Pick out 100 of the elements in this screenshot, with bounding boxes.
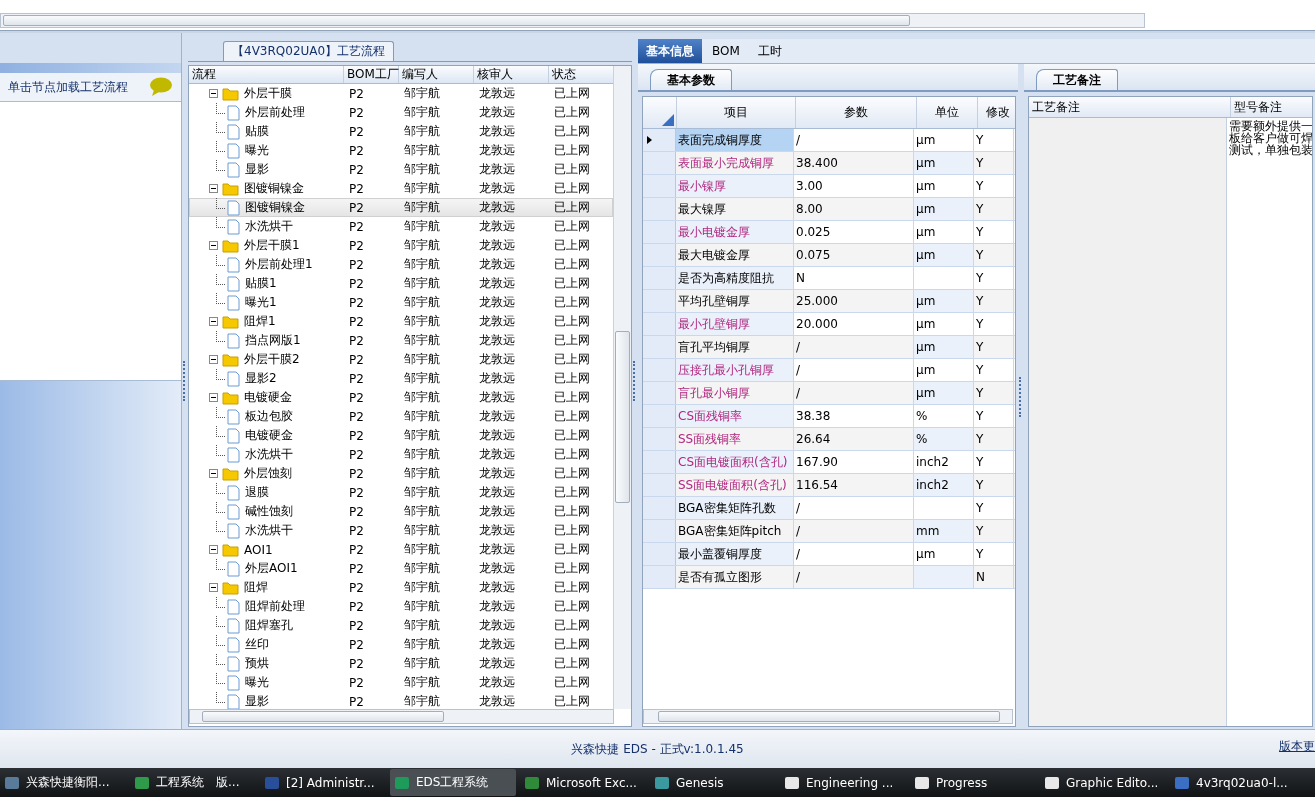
taskbar-button[interactable]: Microsoft Exc... bbox=[520, 769, 646, 796]
tab[interactable]: 工时 bbox=[749, 39, 790, 63]
document-icon bbox=[227, 446, 240, 463]
tab[interactable]: BOM bbox=[704, 39, 748, 63]
collapse-icon[interactable] bbox=[209, 241, 218, 250]
column-header[interactable]: 工艺备注 bbox=[1029, 97, 1231, 117]
factory-cell-text: P2 bbox=[348, 465, 365, 483]
writer-cell-text: 邹宇航 bbox=[403, 370, 441, 387]
collapse-icon[interactable] bbox=[209, 469, 218, 478]
writer-cell-text: 邹宇航 bbox=[403, 617, 441, 634]
taskbar-button[interactable]: [2] Administr... bbox=[260, 769, 386, 796]
tree-line bbox=[216, 616, 225, 627]
item-cell: 最小盖覆铜厚度 bbox=[676, 543, 794, 565]
app-icon bbox=[914, 774, 930, 791]
reviewer-cell-text: 龙敦远 bbox=[478, 560, 516, 577]
splitter-grip[interactable] bbox=[633, 361, 637, 401]
taskbar-button[interactable]: 工程系统 版... bbox=[130, 769, 256, 796]
taskbar-button[interactable]: Genesis bbox=[650, 769, 776, 796]
item-cell: BGA密集矩阵pitch bbox=[676, 520, 794, 542]
unit-cell: µm bbox=[914, 175, 974, 197]
collapse-icon[interactable] bbox=[209, 184, 218, 193]
factory-cell-text: P2 bbox=[348, 161, 365, 179]
tab[interactable]: 基本信息 bbox=[638, 39, 702, 63]
tree-line bbox=[216, 407, 225, 418]
taskbar-button[interactable]: EDS工程系统 bbox=[390, 769, 516, 796]
modify-cell: Y bbox=[974, 474, 1014, 496]
collapse-icon[interactable] bbox=[209, 545, 218, 554]
taskbar-button[interactable]: Engineering ... bbox=[780, 769, 906, 796]
splitter-grip[interactable] bbox=[1019, 376, 1023, 417]
taskbar-button[interactable]: 兴森快捷衡阳... bbox=[0, 769, 126, 796]
update-link[interactable]: 版本更 bbox=[1279, 738, 1315, 755]
scrollbar[interactable] bbox=[643, 709, 1013, 724]
column-header[interactable]: 项目 bbox=[677, 97, 796, 128]
tree-line bbox=[216, 160, 225, 171]
taskbar-button[interactable]: Progress bbox=[910, 769, 1036, 796]
value-cell: 3.00 bbox=[794, 175, 914, 197]
writer-cell-text: 邹宇航 bbox=[403, 104, 441, 121]
unit-cell: inch2 bbox=[914, 451, 974, 473]
column-header[interactable]: 参数 bbox=[796, 97, 917, 128]
sub-tab[interactable]: 基本参数 bbox=[650, 69, 732, 90]
scrollbar[interactable] bbox=[189, 709, 614, 724]
document-icon bbox=[227, 199, 240, 216]
writer-cell-text: 邹宇航 bbox=[403, 332, 441, 349]
reviewer-cell-text: 龙敦远 bbox=[478, 85, 516, 102]
reviewer-cell-text: 龙敦远 bbox=[478, 693, 516, 709]
app-icon bbox=[654, 774, 670, 791]
writer-cell-text: 邹宇航 bbox=[403, 275, 441, 292]
item-cell: SS面残铜率 bbox=[676, 428, 794, 450]
folder-icon bbox=[222, 314, 239, 329]
sub-tab[interactable]: 工艺备注 bbox=[1036, 69, 1118, 90]
corner-icon bbox=[662, 114, 674, 126]
row-indicator[interactable] bbox=[643, 129, 676, 151]
process-name: 外层干膜1 bbox=[244, 237, 300, 254]
document-icon bbox=[227, 522, 240, 539]
collapse-icon[interactable] bbox=[209, 355, 218, 364]
factory-cell-text: P2 bbox=[348, 674, 365, 692]
reviewer-cell-text: 龙敦远 bbox=[478, 446, 516, 463]
collapse-icon[interactable] bbox=[209, 317, 218, 326]
factory-cell-text: P2 bbox=[348, 218, 365, 236]
value-cell: / bbox=[794, 543, 914, 565]
column-header[interactable]: BOM工厂 bbox=[344, 66, 399, 83]
column-header[interactable]: 修改 bbox=[978, 97, 1015, 128]
collapse-icon[interactable] bbox=[209, 393, 218, 402]
unit-cell: % bbox=[914, 405, 974, 427]
item-cell: 是否有孤立图形 bbox=[676, 566, 794, 588]
column-header[interactable]: 编写人 bbox=[399, 66, 474, 83]
status-cell-text: 已上网 bbox=[553, 275, 591, 292]
document-icon bbox=[227, 598, 240, 615]
status-cell-text: 已上网 bbox=[553, 294, 591, 311]
vertical-scrollbar[interactable] bbox=[613, 66, 631, 709]
process-name: 显影 bbox=[245, 693, 269, 709]
taskbar-button[interactable]: Graphic Edito... bbox=[1040, 769, 1166, 796]
writer-cell-text: 邹宇航 bbox=[403, 655, 441, 672]
process-name: 贴膜 bbox=[245, 123, 269, 140]
scrollbar[interactable] bbox=[0, 13, 1145, 28]
status-cell-text: 已上网 bbox=[553, 579, 591, 596]
item-cell: 最小镍厚 bbox=[676, 175, 794, 197]
column-header[interactable]: 核审人 bbox=[474, 66, 549, 83]
tree-line bbox=[216, 635, 225, 646]
modify-cell: Y bbox=[974, 198, 1014, 220]
taskbar-button[interactable]: 4v3rq02ua0-l... bbox=[1170, 769, 1296, 796]
factory-cell-text: P2 bbox=[348, 85, 365, 103]
note-text: 测试，单独包装 bbox=[1229, 144, 1312, 156]
process-name: 预烘 bbox=[245, 655, 269, 672]
column-header[interactable]: 流程 bbox=[189, 66, 344, 83]
column-header[interactable]: 单位 bbox=[917, 97, 978, 128]
value-cell: 20.000 bbox=[794, 313, 914, 335]
collapse-icon[interactable] bbox=[209, 583, 218, 592]
writer-cell-text: 邹宇航 bbox=[403, 256, 441, 273]
column-header[interactable]: 型号备注 bbox=[1231, 97, 1312, 117]
tree-line bbox=[216, 217, 225, 228]
tree-line bbox=[216, 597, 225, 608]
collapse-icon[interactable] bbox=[209, 89, 218, 98]
reviewer-cell-text: 龙敦远 bbox=[478, 104, 516, 121]
group-title: 【4V3RQ02UA0】工艺流程 bbox=[223, 41, 395, 61]
modify-cell: Y bbox=[974, 152, 1014, 174]
status-cell-text: 已上网 bbox=[553, 237, 591, 254]
factory-cell-text: P2 bbox=[348, 693, 365, 709]
unit-cell: µm bbox=[914, 198, 974, 220]
tree-row[interactable]: 图镀铜镍金 P2 邹宇航 龙敦远 已上网 bbox=[189, 198, 613, 217]
